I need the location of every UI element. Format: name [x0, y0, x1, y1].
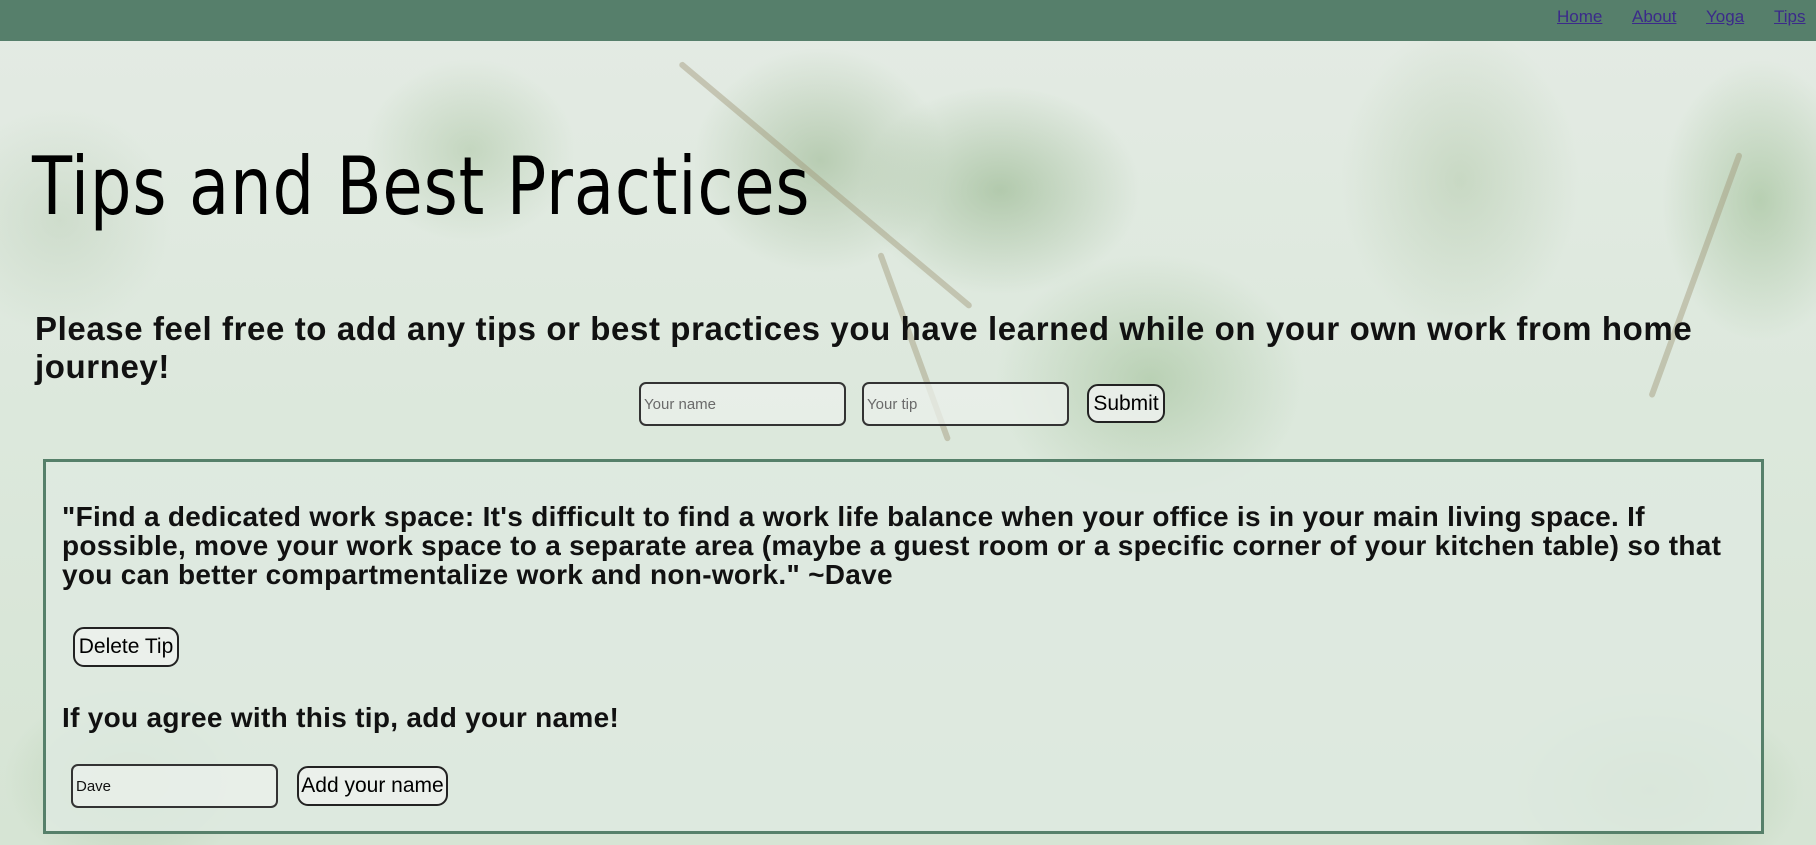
page-title: Tips and Best Practices: [32, 140, 811, 233]
nav-link-about[interactable]: About: [1632, 7, 1676, 27]
nav-link-home[interactable]: Home: [1557, 7, 1602, 27]
top-navbar: Home About Yoga Tips: [0, 0, 1816, 41]
nav-link-yoga[interactable]: Yoga: [1706, 7, 1744, 27]
page-subtitle: Please feel free to add any tips or best…: [35, 310, 1693, 385]
nav-link-tips[interactable]: Tips: [1774, 7, 1806, 27]
tip-card: "Find a dedicated work space: It's diffi…: [43, 459, 1764, 834]
tip-name-input[interactable]: [639, 382, 846, 426]
tip-text: "Find a dedicated work space: It's diffi…: [62, 501, 1722, 590]
agree-prompt: If you agree with this tip, add your nam…: [62, 702, 620, 733]
tip-text-input[interactable]: [862, 382, 1069, 426]
submit-tip-button[interactable]: Submit: [1087, 384, 1165, 423]
agree-name-input[interactable]: [71, 764, 278, 808]
delete-tip-button[interactable]: Delete Tip: [73, 627, 179, 667]
add-name-button[interactable]: Add your name: [297, 766, 448, 806]
